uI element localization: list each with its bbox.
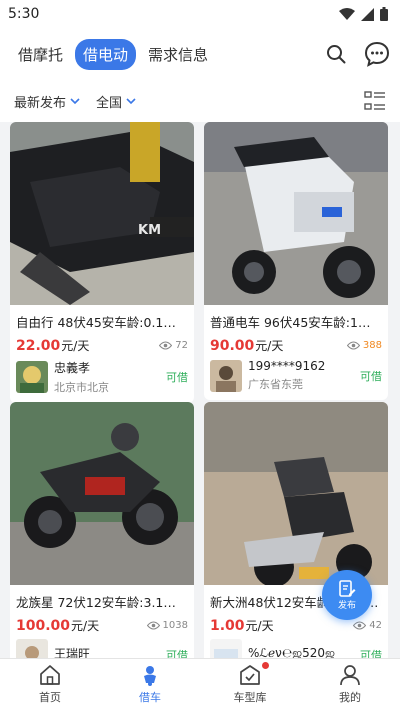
- notification-dot: [262, 662, 269, 669]
- price-value: 22.00: [16, 338, 61, 354]
- nav-home[interactable]: 首页: [0, 659, 100, 710]
- eye-icon: [353, 621, 367, 630]
- listing-card[interactable]: 普通电车 96伏45安车龄:1尽情... 90.00 元/天 388 199**…: [204, 122, 388, 400]
- tab-borrow-ebike[interactable]: 借电动: [75, 38, 137, 70]
- avatar[interactable]: [210, 359, 242, 392]
- nav-borrow-label: 借车: [139, 691, 161, 704]
- listing-title: 普通电车 96伏45安车龄:1尽情...: [210, 315, 388, 330]
- view-count: 72: [159, 340, 188, 351]
- vehicle-photo: [10, 402, 194, 585]
- publish-button[interactable]: 发布: [322, 570, 372, 620]
- view-count-value: 42: [369, 620, 382, 631]
- owner-name: 199****9162: [248, 359, 326, 373]
- bottom-nav: 首页 借车 车型库 我的: [0, 658, 400, 710]
- layout-toggle-icon[interactable]: [364, 91, 386, 111]
- nav-borrow[interactable]: 借车: [100, 659, 200, 710]
- status-icons: [339, 7, 388, 21]
- price-unit: 元/天: [245, 619, 274, 633]
- listing-title: 龙族星 72伏12安车龄:3.1电摩...: [16, 595, 194, 610]
- tab-borrow-motorcycle[interactable]: 借摩托: [10, 39, 71, 70]
- listing-title: 自由行 48伏45安车龄:0.1电池...: [16, 315, 194, 330]
- scooter-icon: [144, 666, 156, 686]
- message-icon[interactable]: [364, 41, 390, 67]
- listing-card[interactable]: KM 自由行 48伏45安车龄:0.1电池... 22.00 元/天 72 忠義…: [10, 122, 194, 403]
- price-unit: 元/天: [71, 619, 100, 633]
- search-icon[interactable]: [326, 44, 346, 64]
- view-count: 42: [353, 620, 382, 631]
- owner-row: 王瑞旺 可借: [10, 634, 194, 658]
- availability-badge: 可借: [166, 649, 188, 658]
- price-unit: 元/天: [61, 339, 90, 353]
- price-row: 100.00 元/天 1038: [10, 611, 194, 634]
- tab-demand-info[interactable]: 需求信息: [140, 39, 216, 70]
- price-value: 90.00: [210, 338, 255, 354]
- view-count-value: 388: [362, 340, 382, 351]
- status-bar: 5:30: [0, 0, 400, 28]
- nav-garage[interactable]: 车型库: [200, 659, 300, 710]
- owner-row: 忠義孝 北京市北京 可借: [10, 354, 194, 403]
- view-count: 1038: [146, 620, 188, 631]
- owner-location: 广东省东莞: [248, 378, 303, 391]
- listing-card[interactable]: 新大洲48伏12安车龄:3.1电摩... 1.00 元/天 42 %ℒℯν℮ஜ5…: [204, 402, 388, 658]
- availability-badge: 可借: [360, 649, 382, 658]
- avatar[interactable]: [210, 639, 242, 658]
- view-count: 388: [346, 340, 382, 351]
- price-row: 22.00 元/天 72: [10, 331, 194, 354]
- availability-badge: 可借: [166, 371, 188, 384]
- edit-document-icon: [339, 579, 356, 597]
- filter-bar: 最新发布 全国: [0, 80, 400, 122]
- availability-badge: 可借: [360, 369, 382, 383]
- owner-name: 王瑞旺: [54, 647, 91, 658]
- sort-filter[interactable]: 最新发布: [14, 92, 80, 111]
- owner-name: 忠義孝: [54, 361, 91, 375]
- listing-card[interactable]: 龙族星 72伏12安车龄:3.1电摩... 100.00 元/天 1038 王瑞…: [10, 402, 194, 658]
- nav-profile-label: 我的: [339, 691, 361, 704]
- view-count-value: 72: [175, 340, 188, 351]
- avatar[interactable]: [16, 361, 48, 393]
- region-filter[interactable]: 全国: [96, 92, 136, 111]
- publish-label: 发布: [337, 600, 356, 611]
- price-unit: 元/天: [255, 339, 284, 353]
- price-value: 1.00: [210, 618, 245, 634]
- price-row: 90.00 元/天 388: [204, 331, 388, 354]
- view-count-value: 1038: [162, 620, 188, 631]
- signal-icon: [361, 7, 374, 21]
- nav-profile[interactable]: 我的: [300, 659, 400, 710]
- vehicle-photo: KM: [10, 122, 194, 305]
- nav-home-label: 首页: [39, 691, 61, 704]
- chevron-down-icon: [126, 97, 136, 104]
- home-icon: [40, 665, 60, 685]
- owner-row: %ℒℯν℮ஜ520ஜ 可借: [204, 634, 388, 658]
- nav-garage-label: 车型库: [233, 691, 267, 704]
- region-filter-label: 全国: [96, 95, 123, 111]
- vehicle-photo: [204, 402, 388, 585]
- eye-icon: [346, 341, 360, 350]
- svg-text:KM: KM: [138, 223, 161, 238]
- owner-row: 199****9162 广东省东莞 可借: [204, 354, 388, 400]
- owner-name: %ℒℯν℮ஜ520ஜ: [248, 645, 336, 659]
- status-time: 5:30: [8, 6, 40, 22]
- vehicle-photo: [204, 122, 388, 305]
- price-value: 100.00: [16, 618, 71, 634]
- eye-icon: [146, 621, 160, 630]
- battery-icon: [380, 7, 388, 21]
- top-nav: 借摩托 借电动 需求信息: [0, 28, 400, 80]
- wifi-icon: [339, 8, 355, 20]
- avatar[interactable]: [16, 639, 48, 658]
- chevron-down-icon: [70, 97, 80, 104]
- eye-icon: [159, 341, 173, 350]
- garage-icon: [240, 665, 260, 685]
- profile-icon: [340, 665, 360, 686]
- owner-location: 北京市北京: [54, 381, 109, 394]
- sort-filter-label: 最新发布: [14, 95, 67, 111]
